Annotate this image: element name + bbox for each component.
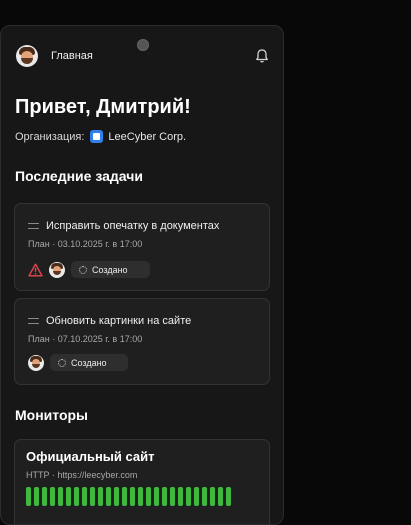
uptime-bar[interactable] xyxy=(226,487,231,506)
uptime-bar[interactable] xyxy=(194,487,199,506)
uptime-bar[interactable] xyxy=(178,487,183,506)
spinner-icon xyxy=(79,265,87,274)
uptime-bar[interactable] xyxy=(50,487,55,506)
monitor-url: HTTP · https://leecyber.com xyxy=(26,470,138,480)
app-header: Главная xyxy=(16,45,270,69)
uptime-bar[interactable] xyxy=(106,487,111,506)
task-date: План · 07.10.2025 г. в 17:00 xyxy=(28,334,143,344)
assignee-avatar[interactable] xyxy=(49,261,65,278)
task-title-row: Обновить картинки на сайте xyxy=(28,315,191,327)
uptime-bar[interactable] xyxy=(114,487,119,506)
drag-handle-icon[interactable] xyxy=(28,318,39,324)
organization-logo-icon xyxy=(90,130,104,143)
organization-row: Организация: LeeCyber Corp. xyxy=(15,130,186,143)
uptime-bar[interactable] xyxy=(130,487,135,506)
uptime-bar[interactable] xyxy=(146,487,151,506)
uptime-bar[interactable] xyxy=(42,487,47,506)
task-card[interactable]: Исправить опечатку в документах План · 0… xyxy=(14,203,270,291)
status-badge[interactable]: Создано xyxy=(50,354,128,371)
drag-handle-icon[interactable] xyxy=(28,223,39,229)
uptime-bar[interactable] xyxy=(34,487,39,506)
uptime-bar[interactable] xyxy=(218,487,223,506)
status-label: Создано xyxy=(92,264,128,275)
greeting-heading: Привет, Дмитрий! xyxy=(15,96,191,118)
uptime-bar[interactable] xyxy=(202,487,207,506)
uptime-bar[interactable] xyxy=(210,487,215,506)
monitor-card[interactable]: Официальный сайт HTTP · https://leecyber… xyxy=(14,439,270,524)
task-title: Обновить картинки на сайте xyxy=(46,315,192,327)
uptime-bar[interactable] xyxy=(26,487,31,506)
task-title: Исправить опечатку в документах xyxy=(46,220,220,232)
uptime-bars xyxy=(26,487,234,506)
tasks-section-title: Последние задачи xyxy=(15,168,143,184)
bell-icon[interactable] xyxy=(254,48,270,64)
warning-triangle-icon xyxy=(28,263,43,276)
avatar[interactable] xyxy=(16,45,38,67)
monitors-section-title: Мониторы xyxy=(15,407,89,423)
uptime-bar[interactable] xyxy=(154,487,159,506)
task-title-row: Исправить опечатку в документах xyxy=(28,220,219,232)
uptime-bar[interactable] xyxy=(66,487,71,506)
task-meta-row: Создано xyxy=(28,354,128,371)
uptime-bar[interactable] xyxy=(82,487,87,506)
page-title: Главная xyxy=(51,50,93,62)
phone-frame: Главная Привет, Дмитрий! Организация: Le… xyxy=(0,25,284,525)
task-card[interactable]: Обновить картинки на сайте План · 07.10.… xyxy=(14,298,270,385)
task-meta-row: Создано xyxy=(28,261,150,278)
uptime-bar[interactable] xyxy=(58,487,63,506)
uptime-bar[interactable] xyxy=(162,487,167,506)
uptime-bar[interactable] xyxy=(90,487,95,506)
task-date: План · 03.10.2025 г. в 17:00 xyxy=(28,239,143,249)
uptime-bar[interactable] xyxy=(122,487,127,506)
status-badge[interactable]: Создано xyxy=(71,261,150,278)
assignee-avatar[interactable] xyxy=(28,354,44,371)
uptime-bar[interactable] xyxy=(170,487,175,506)
uptime-bar[interactable] xyxy=(186,487,191,506)
organization-name[interactable]: LeeCyber Corp. xyxy=(108,131,186,143)
uptime-bar[interactable] xyxy=(138,487,143,506)
monitor-name: Официальный сайт xyxy=(26,449,155,464)
spinner-icon xyxy=(58,358,66,367)
organization-label: Организация: xyxy=(15,130,85,143)
uptime-bar[interactable] xyxy=(74,487,79,506)
status-label: Создано xyxy=(71,357,107,368)
uptime-bar[interactable] xyxy=(98,487,103,506)
